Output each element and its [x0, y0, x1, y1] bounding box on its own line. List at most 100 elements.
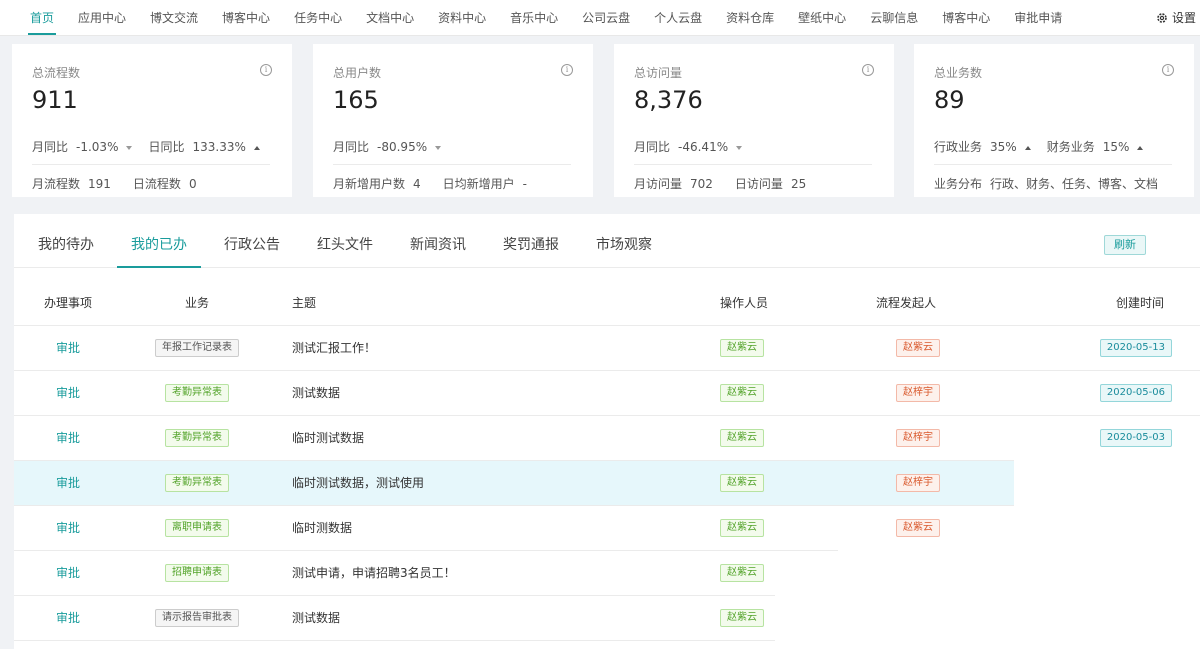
cell-operator: 赵紫云 — [680, 460, 840, 506]
settings-button[interactable]: 设置 — [1156, 0, 1200, 35]
caret-up-icon — [1137, 145, 1144, 150]
trend-label: 财务业务 — [1046, 140, 1095, 154]
cell-business: 考勤异常表 — [122, 415, 272, 461]
business-tag: 离职申请表 — [165, 518, 229, 537]
card-trend-row: 行政业务 35% 财务业务 15% — [934, 138, 1144, 155]
caret-down-icon — [435, 145, 442, 150]
cell-created-time: 2020-05-06 — [1020, 370, 1200, 416]
approve-link[interactable]: 审批 — [56, 521, 80, 535]
cell-initiator: 赵梓宇 — [840, 370, 1020, 416]
operator-tag: 赵紫云 — [720, 563, 764, 582]
operator-tag: 赵紫云 — [720, 518, 764, 537]
cell-business: 离职申请表 — [122, 505, 272, 551]
nav-item[interactable]: 壁纸中心 — [786, 0, 858, 35]
tab-item[interactable]: 奖罚通报 — [503, 214, 559, 268]
nav-item[interactable]: 文档中心 — [354, 0, 426, 35]
refresh-button[interactable]: 刷新 — [1104, 235, 1146, 255]
nav-item[interactable]: 资料仓库 — [714, 0, 786, 35]
caret-down-icon — [126, 145, 133, 150]
tab-item[interactable]: 新闻资讯 — [410, 214, 466, 268]
caret-up-icon — [253, 145, 260, 150]
divider — [32, 164, 270, 165]
tab-item[interactable]: 我的待办 — [38, 214, 94, 268]
table-row[interactable]: 审批 考勤异常表 测试数据 赵紫云 赵梓宇 2020-05-06 — [14, 370, 1200, 416]
nav-item[interactable]: 公司云盘 — [570, 0, 642, 35]
table-row[interactable]: 审批 年报工作记录表 测试汇报工作！ 赵紫云 赵紫云 2020-05-13 — [14, 325, 1200, 371]
nav-item[interactable]: 音乐中心 — [498, 0, 570, 35]
detail-label: 日访问量 — [734, 177, 783, 191]
business-tag: 考勤异常表 — [165, 473, 229, 492]
settings-label: 设置 — [1171, 11, 1196, 25]
detail-item: 日流程数 0 — [133, 175, 197, 192]
nav-item[interactable]: 任务中心 — [282, 0, 354, 35]
nav-item[interactable]: 博客中心 — [210, 0, 282, 35]
nav-item[interactable]: 资料中心 — [426, 0, 498, 35]
detail-item: 月访问量 702 — [634, 175, 713, 192]
blank-area — [775, 592, 1200, 649]
nav-item[interactable]: 个人云盘 — [642, 0, 714, 35]
nav-item[interactable]: 博客中心 — [930, 0, 1002, 35]
cell-topic: 测试数据 — [272, 370, 680, 416]
table-row[interactable]: 审批 考勤异常表 临时测试数据 赵紫云 赵梓宇 2020-05-03 — [14, 415, 1200, 461]
cell-action: 审批 — [14, 415, 122, 461]
nav-item[interactable]: 首页 — [18, 0, 66, 35]
tab-item[interactable]: 市场观察 — [596, 214, 652, 268]
card-trend-row: 月同比 -46.41% — [634, 138, 743, 155]
cell-created-time: 2020-05-13 — [1020, 325, 1200, 371]
operator-tag: 赵紫云 — [720, 473, 764, 492]
initiator-tag: 赵梓宇 — [896, 473, 940, 492]
cell-topic: 临时测试数据，测试使用 — [272, 460, 680, 506]
approve-link[interactable]: 审批 — [56, 431, 80, 445]
business-tag: 考勤异常表 — [165, 383, 229, 402]
nav-item[interactable]: 博文交流 — [138, 0, 210, 35]
detail-item: 业务分布 行政、财务、任务、博客、文档 — [934, 175, 1158, 192]
header-topic: 主题 — [272, 281, 680, 326]
header-business: 业务 — [122, 281, 272, 326]
stat-card-users: 总用户数 i 165 月同比 -80.95% 月新增用户数 4 日均新增用户 - — [313, 44, 593, 197]
operator-tag: 赵紫云 — [720, 428, 764, 447]
cell-business: 年报工作记录表 — [122, 325, 272, 371]
detail-value: 191 — [88, 177, 111, 191]
cell-action: 审批 — [14, 325, 122, 371]
card-title: 总流程数 — [32, 66, 81, 80]
info-icon[interactable]: i — [260, 64, 272, 76]
detail-label: 月访问量 — [634, 177, 683, 191]
nav-items: 首页 应用中心 博文交流 博客中心 任务中心 文档中心 资料中心 音乐中心 公司云盘 个人云盘 资料… — [0, 0, 1074, 35]
cell-business: 招聘申请表 — [122, 550, 272, 596]
approve-link[interactable]: 审批 — [56, 476, 80, 490]
nav-item[interactable]: 云聊信息 — [858, 0, 930, 35]
cell-business: 请示报告审批表 — [122, 595, 272, 641]
trend-item: 月同比 -1.03% — [32, 138, 133, 155]
cell-topic: 测试数据 — [272, 595, 680, 641]
detail-label: 日流程数 — [132, 177, 181, 191]
approve-link[interactable]: 审批 — [56, 386, 80, 400]
nav-item[interactable]: 应用中心 — [66, 0, 138, 35]
nav-item[interactable]: 审批申请 — [1002, 0, 1074, 35]
detail-value: 4 — [413, 177, 421, 191]
trend-item: 月同比 -46.41% — [634, 138, 743, 155]
info-icon[interactable]: i — [1162, 64, 1174, 76]
tab-item[interactable]: 我的已办 — [117, 214, 201, 268]
cell-action: 审批 — [14, 370, 122, 416]
approve-link[interactable]: 审批 — [56, 611, 80, 625]
approve-link[interactable]: 审批 — [56, 566, 80, 580]
date-tag: 2020-05-06 — [1099, 383, 1172, 402]
detail-item: 月新增用户数 4 — [333, 175, 421, 192]
business-tag: 考勤异常表 — [165, 428, 229, 447]
tab-item[interactable]: 红头文件 — [317, 214, 373, 268]
card-detail-row: 业务分布 行政、财务、任务、博客、文档 — [934, 175, 1158, 192]
operator-tag: 赵紫云 — [720, 383, 764, 402]
cell-operator: 赵紫云 — [680, 505, 840, 551]
tab-item[interactable]: 行政公告 — [224, 214, 280, 268]
cell-initiator: 赵梓宇 — [840, 415, 1020, 461]
approve-link[interactable]: 审批 — [56, 341, 80, 355]
cell-operator: 赵紫云 — [680, 325, 840, 371]
info-icon[interactable]: i — [862, 64, 874, 76]
detail-item: 日访问量 25 — [735, 175, 806, 192]
info-icon[interactable]: i — [561, 64, 573, 76]
cell-topic: 临时测数据 — [272, 505, 680, 551]
initiator-tag: 赵紫云 — [896, 518, 940, 537]
detail-label: 月流程数 — [32, 177, 81, 191]
cell-action: 审批 — [14, 595, 122, 641]
cell-initiator: 赵紫云 — [840, 325, 1020, 371]
